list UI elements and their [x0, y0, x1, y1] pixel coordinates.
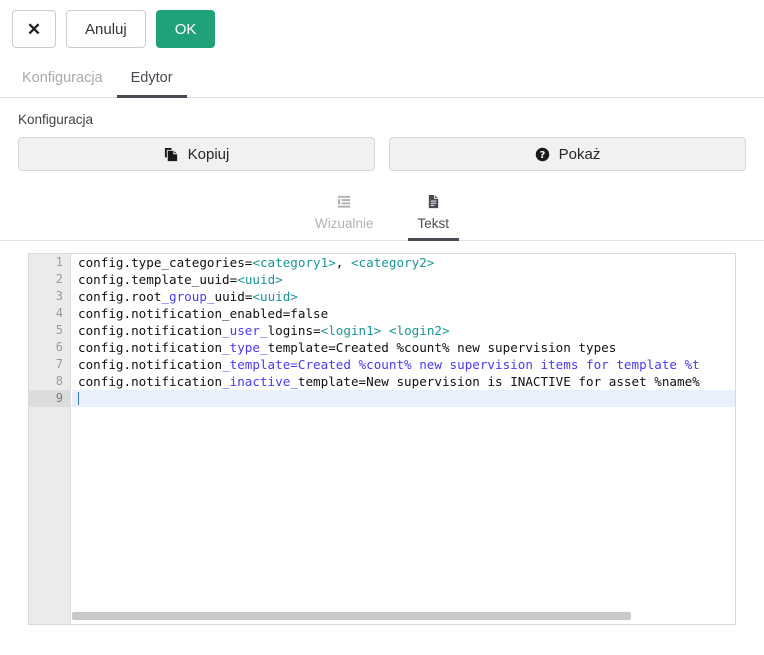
code-line[interactable]: config.notification_enabled=false: [72, 305, 735, 322]
code-token: ,: [336, 255, 351, 270]
code-token: logins=: [268, 323, 321, 338]
tab-tekst-label: Tekst: [418, 216, 450, 231]
copy-icon: [164, 147, 179, 162]
tab-konfiguracja[interactable]: Konfiguracja: [8, 70, 117, 98]
text-cursor: [78, 392, 79, 405]
horizontal-scrollbar-thumb[interactable]: [72, 612, 631, 620]
line-number: 2: [29, 271, 70, 288]
section-title: Konfiguracja: [18, 112, 746, 127]
show-button-label: Pokaż: [559, 146, 601, 163]
code-token: <login2>: [389, 323, 450, 338]
copy-button[interactable]: Kopiuj: [18, 137, 375, 171]
code-token: <uuid>: [252, 289, 298, 304]
tab-wizualnie-label: Wizualnie: [315, 216, 374, 231]
code-line[interactable]: [72, 390, 735, 407]
document-icon: [426, 194, 441, 212]
ok-button[interactable]: OK: [156, 10, 216, 48]
tab-tekst[interactable]: Tekst: [408, 190, 460, 241]
main-tab-bar: Konfiguracja Edytor: [0, 62, 764, 98]
code-token: uuid=: [214, 289, 252, 304]
copy-button-label: Kopiuj: [188, 146, 230, 163]
code-token: <category1>: [252, 255, 335, 270]
code-line[interactable]: config.template_uuid=<uuid>: [72, 271, 735, 288]
horizontal-scrollbar[interactable]: [72, 612, 707, 620]
code-line[interactable]: config.type_categories=<category1>, <cat…: [72, 254, 735, 271]
configuration-section: Konfiguracja Kopiuj ? Pokaż: [0, 98, 764, 171]
code-token: _group_: [161, 289, 214, 304]
code-token: <login1>: [321, 323, 382, 338]
code-token: <uuid>: [237, 272, 283, 287]
code-token: config.root: [78, 289, 161, 304]
code-token: config.notification: [78, 357, 222, 372]
editor-mode-tab-bar: Wizualnie Tekst: [0, 189, 764, 241]
code-token: config.notification: [78, 374, 222, 389]
code-token: template=Created %count% new supervision…: [268, 340, 617, 355]
code-token: <category2>: [351, 255, 434, 270]
code-line[interactable]: config.root_group_uuid=<uuid>: [72, 288, 735, 305]
dialog-action-bar: ✕ Anuluj OK: [0, 0, 764, 48]
code-token: config.template_uuid=: [78, 272, 237, 287]
code-token: config.notification: [78, 340, 222, 355]
line-number: 4: [29, 305, 70, 322]
code-token: config.notification: [78, 323, 222, 338]
line-number: 7: [29, 356, 70, 373]
line-number: 3: [29, 288, 70, 305]
code-token: _type_: [222, 340, 268, 355]
line-number: 8: [29, 373, 70, 390]
code-token: _inactive_: [222, 374, 298, 389]
tab-wizualnie[interactable]: Wizualnie: [305, 190, 384, 241]
line-number-gutter: 123456789: [29, 254, 71, 624]
code-line[interactable]: config.notification_user_logins=<login1>…: [72, 322, 735, 339]
code-line[interactable]: config.notification_type_template=Create…: [72, 339, 735, 356]
code-token: config.notification_enabled=false: [78, 306, 328, 321]
code-token: [381, 323, 389, 338]
close-button[interactable]: ✕: [12, 10, 56, 48]
code-token: config.type_categories=: [78, 255, 252, 270]
code-line[interactable]: config.notification_inactive_template=Ne…: [72, 373, 735, 390]
code-editor[interactable]: 123456789 config.type_categories=<catego…: [28, 253, 736, 625]
code-line[interactable]: config.notification_template=Created %co…: [72, 356, 735, 373]
show-button[interactable]: ? Pokaż: [389, 137, 746, 171]
line-number: 6: [29, 339, 70, 356]
code-token: _user_: [222, 323, 268, 338]
help-circle-icon: ?: [535, 147, 550, 162]
line-number: 5: [29, 322, 70, 339]
section-button-row: Kopiuj ? Pokaż: [18, 137, 746, 171]
line-number: 1: [29, 254, 70, 271]
cancel-button[interactable]: Anuluj: [66, 10, 146, 48]
svg-text:?: ?: [539, 150, 545, 161]
list-indent-icon: [337, 194, 352, 212]
code-token: template=New supervision is INACTIVE for…: [298, 374, 700, 389]
code-token: _template=Created %count% new supervisio…: [222, 357, 700, 372]
line-number: 9: [29, 390, 70, 407]
code-text-area[interactable]: config.type_categories=<category1>, <cat…: [72, 254, 735, 624]
tab-edytor[interactable]: Edytor: [117, 70, 187, 98]
